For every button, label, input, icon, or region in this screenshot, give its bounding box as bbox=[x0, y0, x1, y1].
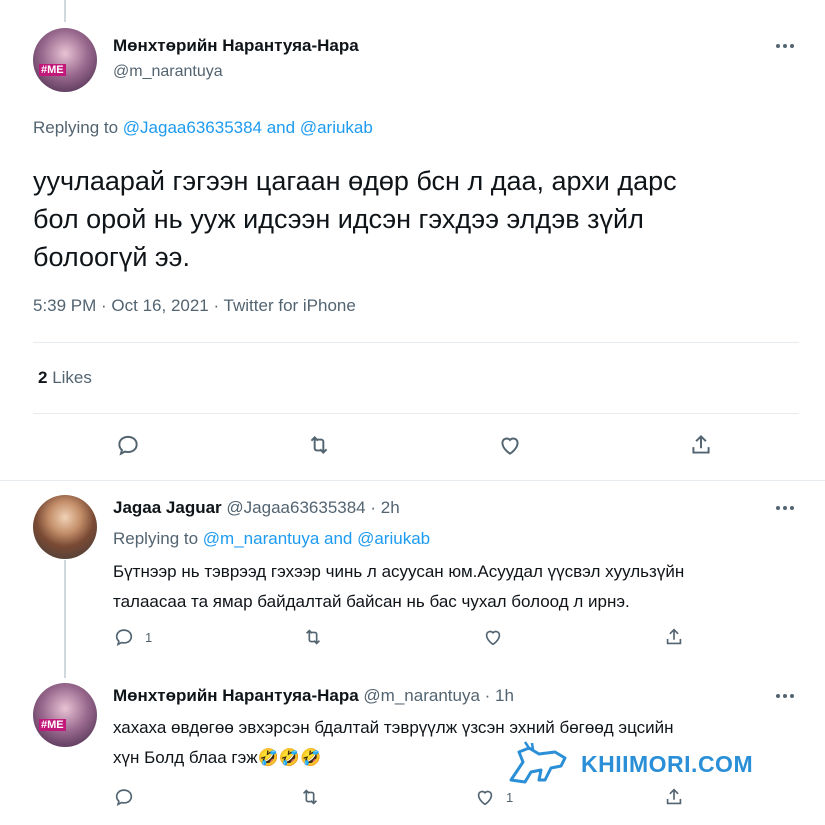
replying-targets-link[interactable]: @m_narantuya and @ariukab bbox=[203, 529, 430, 548]
tweet-meta[interactable]: 5:39 PM · Oct 16, 2021 · Twitter for iPh… bbox=[33, 296, 356, 316]
reply-header: Jagaa Jaguar @Jagaa63635384 · 2h bbox=[113, 498, 400, 518]
like-button[interactable]: 1 bbox=[474, 786, 513, 808]
share-button[interactable] bbox=[663, 626, 685, 648]
reply-text-line: Бүтнээр нь тэврээд гэхээр чинь л асуусан… bbox=[113, 562, 685, 581]
replying-prefix: Replying to bbox=[113, 529, 199, 548]
avatar[interactable]: #ME bbox=[33, 28, 97, 92]
avatar[interactable] bbox=[33, 495, 97, 559]
author-handle-time[interactable]: @Jagaa63635384 · 2h bbox=[226, 498, 399, 517]
retweet-icon bbox=[310, 436, 328, 454]
author-name[interactable]: Jagaa Jaguar bbox=[113, 498, 222, 517]
author-name[interactable]: Мөнхтөрийн Нарантуяа-Нара bbox=[113, 686, 359, 705]
divider bbox=[0, 480, 825, 481]
reply-text-line: талаасаа та ямар байдалтай байсан нь бас… bbox=[113, 592, 630, 611]
tweet-text: уучлаарай гэгээн цагаан өдөр бсн л даа, … bbox=[33, 162, 677, 276]
like-button[interactable] bbox=[482, 626, 504, 648]
reply-icon bbox=[115, 789, 133, 806]
author-handle-time[interactable]: @m_narantuya · 1h bbox=[363, 686, 514, 705]
share-icon bbox=[692, 434, 710, 454]
reply-icon bbox=[118, 435, 138, 456]
tweet-text-line: бол орой нь ууж идсээн идсэн гэхдээ элдэ… bbox=[33, 204, 644, 234]
reply-button[interactable]: 1 bbox=[113, 626, 152, 648]
retweet-button[interactable] bbox=[298, 786, 322, 808]
avatar[interactable]: #ME bbox=[33, 683, 97, 747]
reply-button[interactable] bbox=[113, 786, 135, 808]
replying-to: Replying to @Jagaa63635384 and @ariukab bbox=[33, 118, 373, 138]
reply-header: Мөнхтөрийн Нарантуяа-Нара @m_narantuya ·… bbox=[113, 686, 514, 706]
likes-stat[interactable]: 2 Likes bbox=[38, 368, 92, 388]
likes-count: 2 bbox=[38, 368, 48, 387]
share-icon bbox=[666, 788, 682, 805]
reply-button[interactable] bbox=[115, 432, 141, 458]
retweet-icon bbox=[305, 629, 321, 645]
tweet-text-line: болоогүй ээ. bbox=[33, 242, 190, 272]
tweet-text-line: уучлаарай гэгээн цагаан өдөр бсн л даа, … bbox=[33, 166, 677, 196]
share-icon bbox=[666, 628, 682, 645]
retweet-button[interactable] bbox=[301, 626, 325, 648]
reply-text-line: хахаха өвдөгөө эвхэрсэн бдалтай тэврүүлж… bbox=[113, 718, 674, 737]
share-button[interactable] bbox=[663, 786, 685, 808]
like-count: 1 bbox=[506, 789, 514, 805]
author-name[interactable]: Мөнхтөрийн Нарантуяа-Нара bbox=[113, 36, 359, 56]
avatar-badge: #ME bbox=[39, 719, 66, 731]
replying-targets-link[interactable]: @Jagaa63635384 and @ariukab bbox=[123, 118, 373, 137]
watermark: KHIIMORI.COM bbox=[505, 740, 753, 788]
share-button[interactable] bbox=[688, 432, 714, 458]
reply-icon bbox=[115, 629, 133, 646]
heart-icon bbox=[501, 437, 519, 455]
more-icon[interactable] bbox=[776, 506, 794, 510]
replying-prefix: Replying to bbox=[33, 118, 119, 137]
divider bbox=[33, 413, 799, 414]
thread-line-top bbox=[64, 0, 66, 22]
watermark-text: KHIIMORI.COM bbox=[581, 750, 754, 777]
retweet-icon bbox=[302, 789, 318, 805]
more-icon[interactable] bbox=[776, 694, 794, 698]
more-icon[interactable] bbox=[776, 44, 794, 48]
replying-to: Replying to @m_narantuya and @ariukab bbox=[113, 529, 430, 549]
divider bbox=[33, 342, 799, 343]
like-button[interactable] bbox=[497, 432, 523, 458]
reply-text: Бүтнээр нь тэврээд гэхээр чинь л асуусан… bbox=[113, 557, 684, 617]
likes-label: Likes bbox=[52, 368, 92, 387]
horse-logo-icon bbox=[509, 741, 567, 784]
avatar-badge: #ME bbox=[39, 64, 66, 76]
heart-icon bbox=[485, 630, 501, 646]
retweet-button[interactable] bbox=[305, 432, 333, 458]
reply-count: 1 bbox=[145, 629, 153, 645]
author-handle[interactable]: @m_narantuya bbox=[113, 63, 223, 81]
heart-icon bbox=[477, 790, 493, 806]
thread-line-reply bbox=[64, 560, 66, 678]
